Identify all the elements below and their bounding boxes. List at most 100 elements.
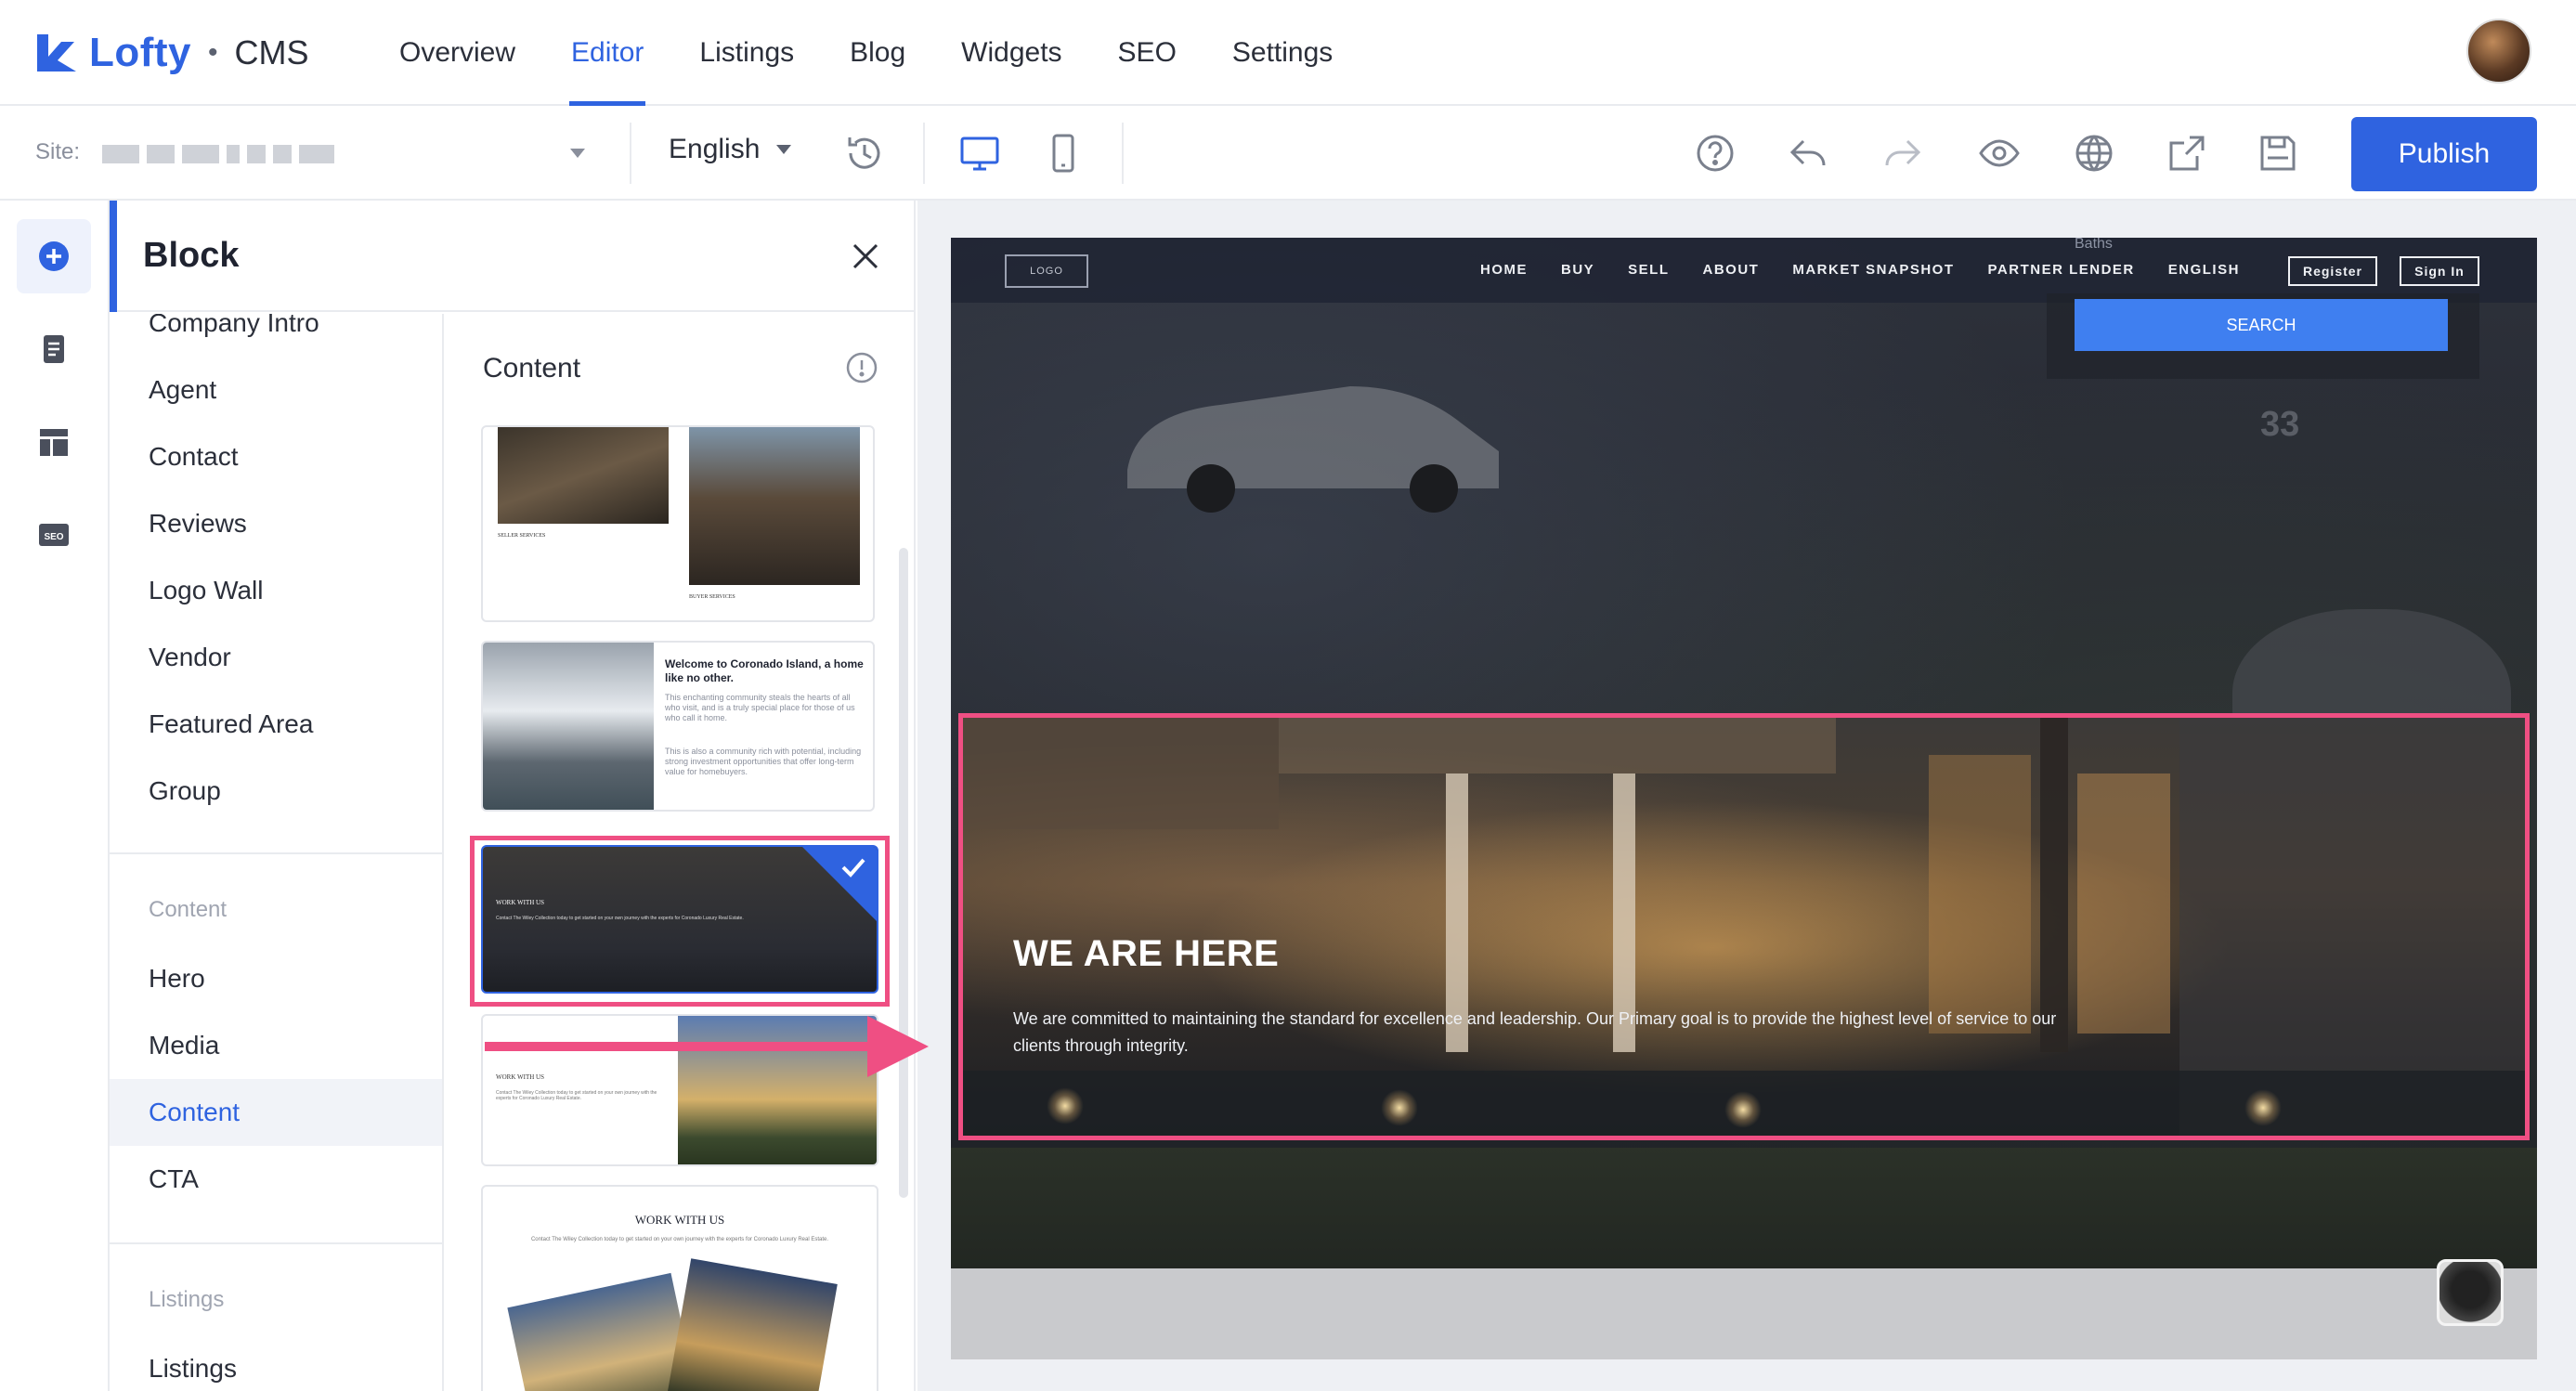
thumbnail-image: [483, 643, 654, 810]
category-media[interactable]: Media: [149, 1031, 219, 1060]
site-select[interactable]: [102, 145, 334, 163]
lofty-logo-icon: [37, 34, 76, 72]
category-cta[interactable]: CTA: [149, 1164, 199, 1194]
selected-content-block[interactable]: WE ARE HERE We are committed to maintain…: [958, 713, 2530, 1140]
toolbar-divider: [1122, 123, 1124, 184]
preview-link-sell[interactable]: SELL: [1628, 262, 1669, 278]
history-icon[interactable]: [841, 130, 888, 176]
main-nav: Overview Editor Listings Blog Widgets SE…: [371, 0, 1360, 106]
pages-icon[interactable]: [17, 312, 91, 386]
template-thumbnail-selected[interactable]: WORK WITH US Contact The Wiley Collectio…: [481, 845, 878, 994]
close-icon[interactable]: [847, 238, 884, 275]
nav-listings[interactable]: Listings: [671, 0, 822, 106]
category-divider: [110, 1242, 442, 1244]
preview-link-home[interactable]: HOME: [1480, 262, 1528, 278]
thumbnail-label: SELLER SERVICES: [498, 533, 546, 539]
category-agent[interactable]: Agent: [149, 375, 216, 405]
editor-toolbar: Site: English Publish: [0, 106, 2576, 201]
language-value: English: [669, 134, 761, 164]
preview-link-partner-lender[interactable]: PARTNER LENDER: [1988, 262, 2135, 278]
thumbnail-image: [498, 427, 669, 524]
language-select[interactable]: English: [669, 134, 792, 165]
redo-icon[interactable]: [1880, 130, 1926, 176]
top-navigation-bar: Lofty • CMS Overview Editor Listings Blo…: [0, 0, 2576, 106]
language-caret-icon: [776, 145, 792, 154]
preview-language-select[interactable]: ENGLISH: [2168, 262, 2240, 278]
preview-link-about[interactable]: ABOUT: [1703, 262, 1760, 278]
preview-lawn: [951, 1148, 2537, 1268]
user-avatar[interactable]: [2466, 19, 2531, 84]
product-name: CMS: [234, 33, 309, 72]
preview-register-button[interactable]: Register: [2288, 256, 2377, 286]
panel-header: Block: [110, 201, 914, 312]
chat-avatar-icon[interactable]: [2437, 1259, 2504, 1326]
mobile-icon[interactable]: [1040, 130, 1086, 176]
nav-editor[interactable]: Editor: [543, 0, 671, 106]
globe-icon[interactable]: [2071, 130, 2117, 176]
category-content[interactable]: Content: [149, 1098, 240, 1127]
template-thumbnail[interactable]: SELLER SERVICES BUYER SERVICES: [481, 425, 875, 622]
category-reviews[interactable]: Reviews: [149, 509, 247, 539]
toolbar-divider: [630, 123, 631, 184]
nav-blog[interactable]: Blog: [822, 0, 933, 106]
category-list: Company Intro Agent Contact Reviews Logo…: [110, 314, 444, 1391]
category-company-intro[interactable]: Company Intro: [149, 314, 319, 338]
help-icon[interactable]: [1692, 130, 1738, 176]
thumbnail-heading: Welcome to Coronado Island, a home like …: [665, 657, 864, 684]
info-icon[interactable]: [845, 351, 878, 384]
template-thumbnail[interactable]: WORK WITH US Contact The Wiley Collectio…: [481, 1185, 878, 1391]
thumbnail-text: Contact The Wiley Collection today to ge…: [496, 1090, 657, 1101]
thumbnails-title: Content: [483, 353, 581, 384]
preview-logo[interactable]: LOGO: [1005, 254, 1088, 288]
preview-nav-links: HOME BUY SELL ABOUT MARKET SNAPSHOT PART…: [1480, 262, 2273, 278]
check-icon: [802, 847, 877, 921]
layout-icon[interactable]: [17, 405, 91, 479]
preview-footer: [951, 1268, 2537, 1359]
category-listings[interactable]: Listings: [149, 1354, 237, 1384]
thumbnail-label: WORK WITH US: [634, 1213, 725, 1227]
block-title: WE ARE HERE: [1013, 933, 1280, 974]
thumbnail-image: [689, 427, 860, 585]
brand[interactable]: Lofty • CMS: [33, 20, 309, 85]
toolbar-divider: [923, 123, 925, 184]
category-group[interactable]: Group: [149, 776, 221, 806]
category-contact[interactable]: Contact: [149, 442, 239, 472]
category-featured-area[interactable]: Featured Area: [149, 709, 313, 739]
block-panel: Block Company Intro Agent Contact Review…: [110, 201, 916, 1391]
publish-button[interactable]: Publish: [2351, 117, 2537, 191]
nav-overview[interactable]: Overview: [371, 0, 543, 106]
save-icon[interactable]: [2255, 130, 2301, 176]
preview-link-buy[interactable]: BUY: [1561, 262, 1594, 278]
add-block-icon[interactable]: [17, 219, 91, 293]
undo-icon[interactable]: [1785, 130, 1831, 176]
preview-baths-label: Baths: [2075, 238, 2113, 252]
brand-separator: •: [208, 37, 218, 68]
category-vendor[interactable]: Vendor: [149, 643, 231, 672]
seo-icon-text: SEO: [44, 532, 63, 542]
nav-seo[interactable]: SEO: [1090, 0, 1204, 106]
site-dropdown-caret-icon[interactable]: [570, 149, 585, 158]
thumbnails-scrollbar[interactable]: [899, 548, 908, 1198]
preview-sign-in-button[interactable]: Sign In: [2400, 256, 2479, 286]
category-divider: [110, 852, 442, 854]
thumbnail-text: Contact The Wiley Collection today to ge…: [530, 1237, 829, 1242]
block-description: We are committed to maintaining the stan…: [1013, 1009, 2057, 1055]
category-group-content: Content: [149, 897, 228, 922]
garden-light: [2244, 1089, 2282, 1126]
desktop-icon[interactable]: [956, 130, 1003, 176]
garden-light: [1047, 1087, 1084, 1124]
template-thumbnails: Content SELLER SERVICES BUYER SERVICES W…: [444, 314, 914, 1391]
preview-link-market-snapshot[interactable]: MARKET SNAPSHOT: [1792, 262, 1954, 278]
seo-icon[interactable]: SEO: [17, 498, 91, 572]
preview-icon[interactable]: [1976, 130, 2023, 176]
category-hero[interactable]: Hero: [149, 964, 205, 994]
template-thumbnail[interactable]: Welcome to Coronado Island, a home like …: [481, 641, 875, 812]
panel-title: Block: [143, 236, 240, 275]
preview-search-button[interactable]: SEARCH: [2075, 299, 2448, 351]
site-label: Site:: [35, 139, 81, 164]
export-icon[interactable]: [2164, 130, 2210, 176]
nav-widgets[interactable]: Widgets: [933, 0, 1089, 106]
thumbnail-image: [667, 1258, 838, 1391]
nav-settings[interactable]: Settings: [1204, 0, 1360, 106]
category-logo-wall[interactable]: Logo Wall: [149, 576, 263, 605]
